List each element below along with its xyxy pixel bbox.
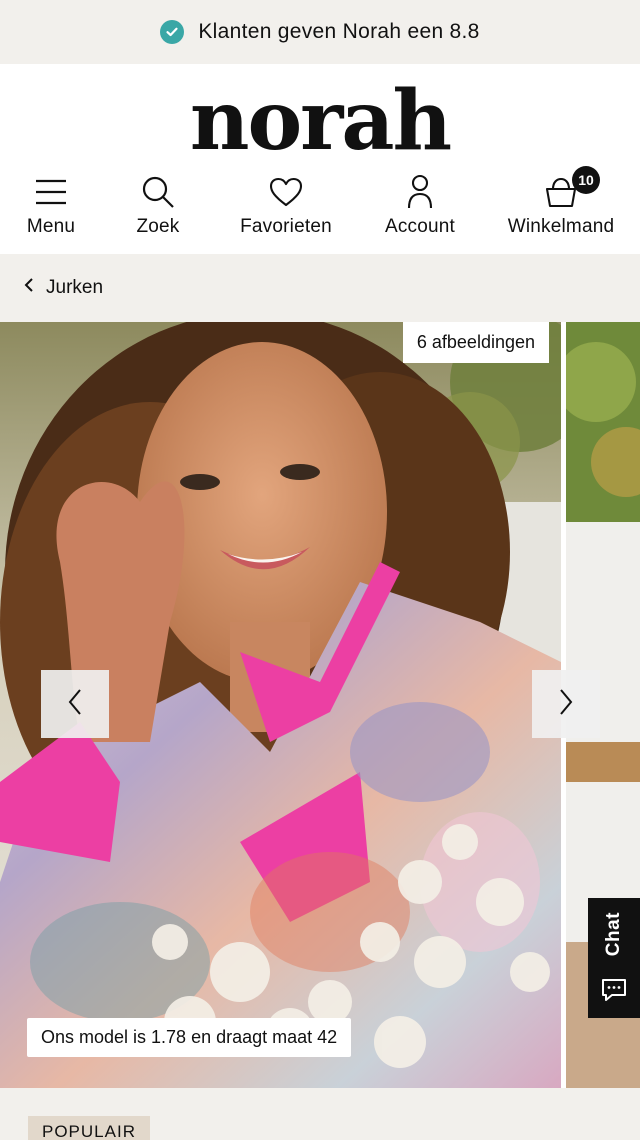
nav-label-menu: Menu xyxy=(26,216,76,237)
popular-tag: POPULAIR xyxy=(28,1116,150,1140)
nav-label-account: Account xyxy=(384,216,456,237)
gallery-next-button[interactable] xyxy=(532,670,600,738)
chevron-left-icon xyxy=(24,277,34,299)
breadcrumb-back[interactable]: Jurken xyxy=(0,254,640,322)
search-icon xyxy=(140,172,176,212)
chevron-right-icon xyxy=(558,688,574,721)
nav-label-cart: Winkelmand xyxy=(507,216,615,237)
nav-favorites[interactable]: Favorieten xyxy=(216,172,356,238)
chat-bubble-icon xyxy=(600,977,628,1008)
logo[interactable]: norah xyxy=(0,76,640,166)
hamburger-icon xyxy=(34,172,68,212)
heart-icon xyxy=(269,172,303,212)
product-gallery[interactable]: 6 afbeeldingen Ons model is 1.78 en draa… xyxy=(0,322,640,1088)
check-circle-icon xyxy=(160,20,185,44)
breadcrumb-label: Jurken xyxy=(46,277,104,298)
nav-cart[interactable]: 10 Winkelmand xyxy=(491,166,631,238)
chat-label: Chat xyxy=(603,912,624,957)
rating-text: Klanten geven Norah een 8.8 xyxy=(198,20,480,43)
rating-bar: Klanten geven Norah een 8.8 xyxy=(0,0,640,64)
model-size-note: Ons model is 1.78 en draagt maat 42 xyxy=(27,1018,352,1057)
image-count-badge: 6 afbeeldingen xyxy=(402,322,549,363)
chevron-left-icon xyxy=(67,688,83,721)
nav-label-favorites: Favorieten xyxy=(240,216,332,237)
product-info: POPULAIR xyxy=(0,1088,640,1140)
nav-account[interactable]: Account xyxy=(350,172,490,238)
basket-icon: 10 xyxy=(544,166,600,212)
site-header: norah Menu Zoek Favorieten Account 10 Wi… xyxy=(0,64,640,254)
nav-search[interactable]: Zoek xyxy=(88,172,228,238)
main-nav: Menu Zoek Favorieten Account 10 Winkelma… xyxy=(0,166,640,248)
chat-button[interactable]: Chat xyxy=(588,898,640,1018)
cart-count-badge: 10 xyxy=(572,166,600,194)
gallery-prev-button[interactable] xyxy=(41,670,109,738)
user-icon xyxy=(407,172,433,212)
nav-label-search: Zoek xyxy=(136,216,180,237)
